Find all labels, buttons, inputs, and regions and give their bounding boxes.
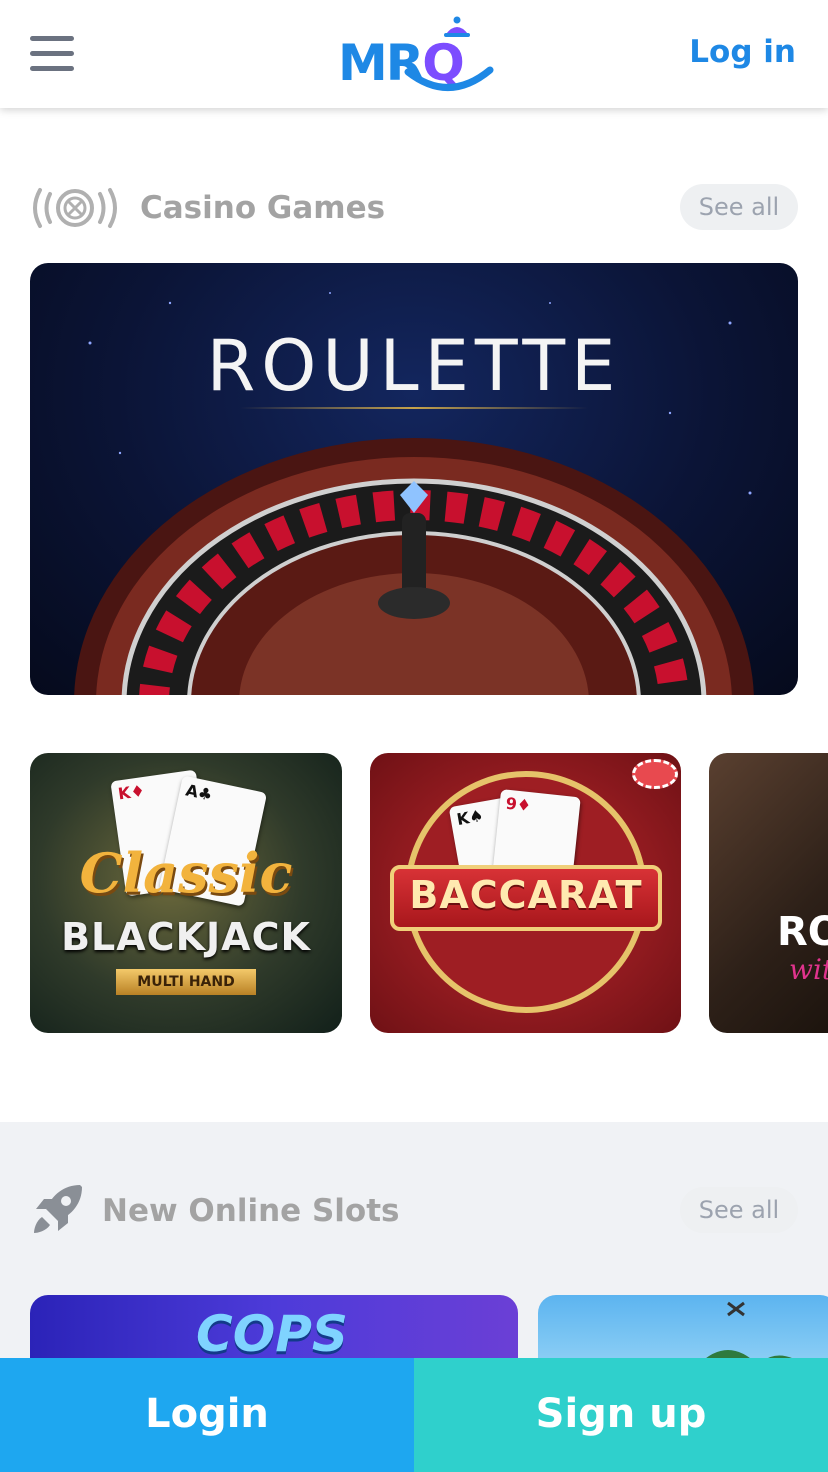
login-link[interactable]: Log in [689, 34, 796, 70]
signup-button[interactable]: Sign up [414, 1358, 828, 1472]
baccarat-tile[interactable]: K♠ 9♦ BACCARAT [370, 753, 681, 1033]
casino-see-all-button[interactable]: See all [680, 184, 798, 230]
logo-smile-icon [404, 66, 494, 91]
cops-title: COPS [196, 1305, 348, 1363]
roulette-wheel-image [74, 438, 754, 695]
top-header: MRQ Log in [0, 0, 828, 108]
roulette-wheel-icon [33, 188, 117, 228]
roulette-live-subtitle: wit [789, 953, 828, 986]
baccarat-title: BACCARAT [409, 873, 643, 917]
login-button[interactable]: Login [0, 1358, 414, 1472]
slots-header: New Online Slots See all [30, 1185, 798, 1235]
roulette-live-tile[interactable]: RO wit [709, 753, 828, 1033]
bottom-action-bar: Login Sign up [0, 1358, 828, 1472]
hamburger-menu-icon[interactable] [30, 36, 74, 72]
multi-hand-ribbon: MULTI HAND [116, 969, 256, 995]
blackjack-title: BLACKJACK [61, 915, 311, 959]
roulette-featured-tile[interactable]: ROULETTE [30, 263, 798, 695]
classic-blackjack-tile[interactable]: K♦ A♣ Classic BLACKJACK MULTI HAND [30, 753, 342, 1033]
roulette-live-title: RO [777, 909, 828, 955]
casino-chip-icon [632, 759, 678, 789]
mrq-logo[interactable]: MRQ [334, 16, 494, 94]
casino-games-header: Casino Games See all [30, 184, 798, 232]
blackjack-classic-text: Classic [79, 841, 293, 905]
slots-title: New Online Slots [102, 1193, 400, 1229]
casino-games-title: Casino Games [140, 190, 386, 226]
slots-see-all-button[interactable]: See all [680, 1187, 798, 1233]
rocket-icon [34, 1185, 82, 1233]
